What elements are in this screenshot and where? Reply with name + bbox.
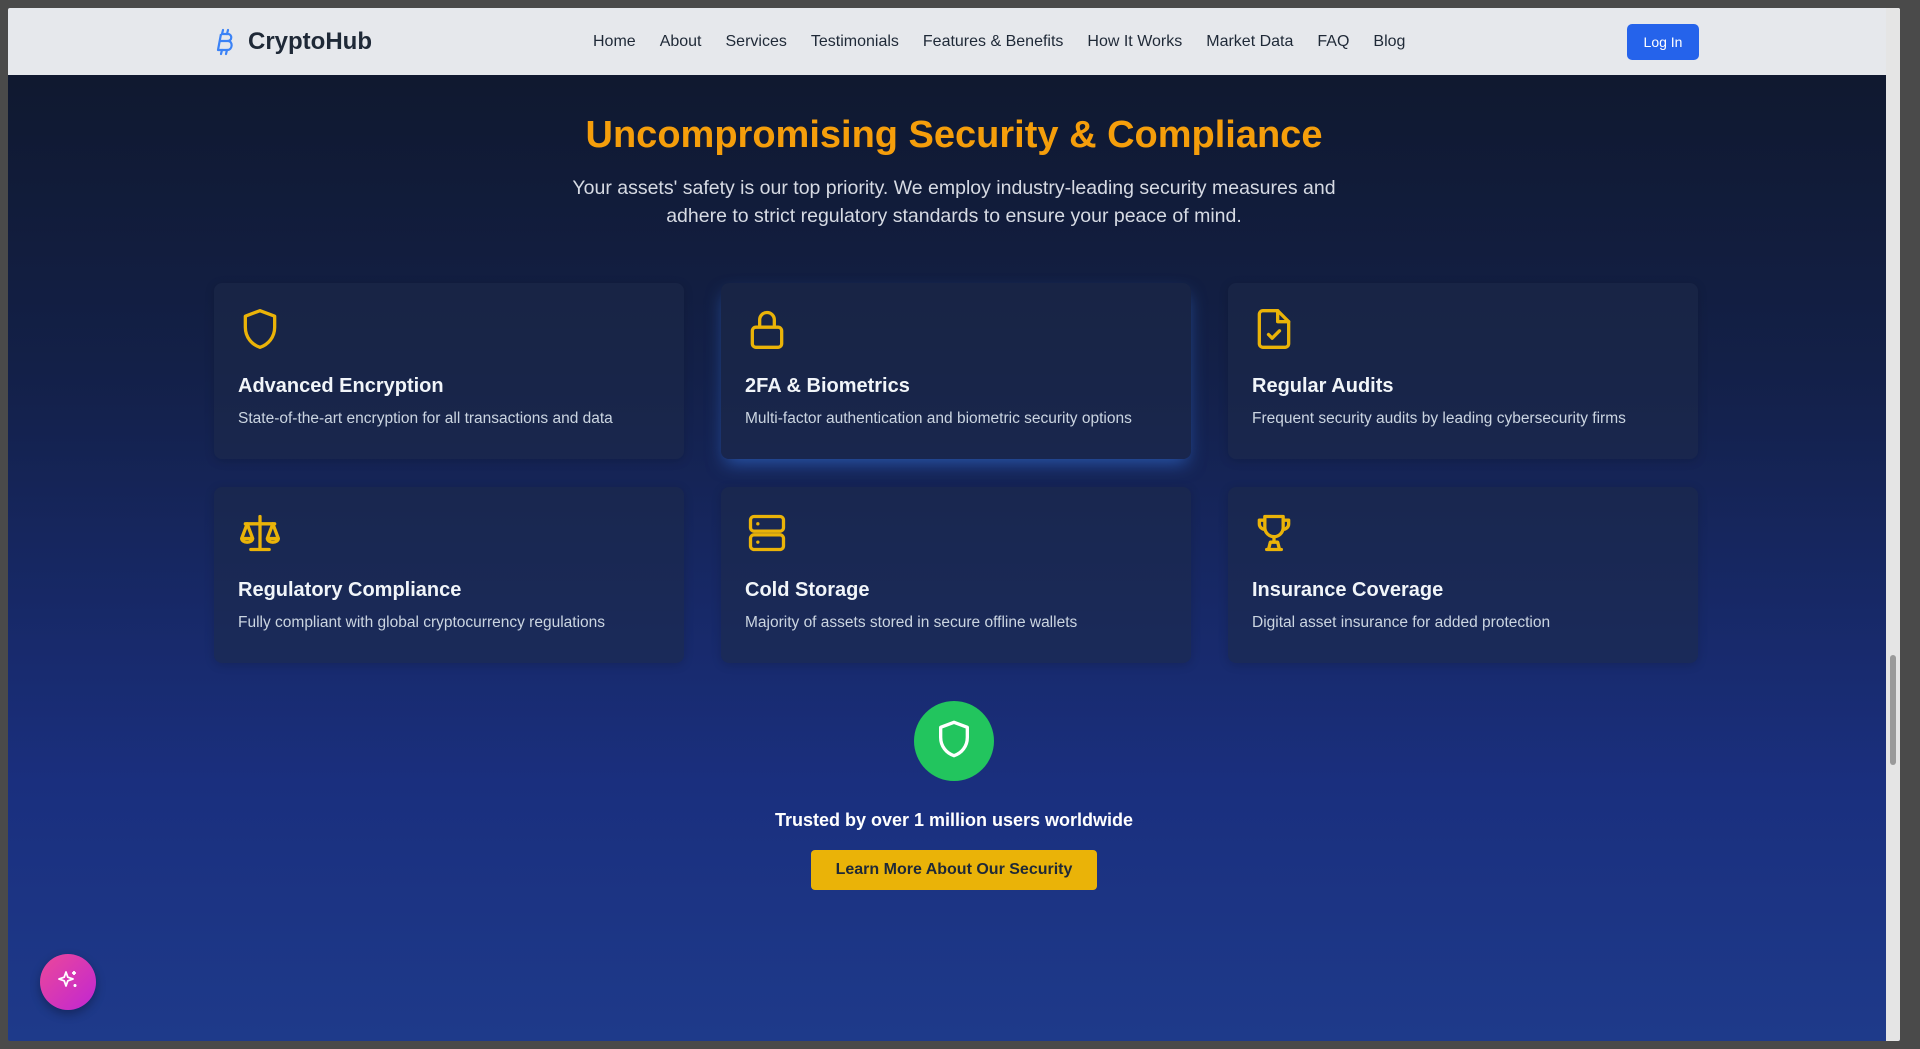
nav-link-services[interactable]: Services [726,33,787,51]
learn-more-security-button[interactable]: Learn More About Our Security [811,850,1097,890]
card-description: Multi-factor authentication and biometri… [745,410,1132,427]
nav-link-testimonials[interactable]: Testimonials [811,33,899,51]
feature-card-audits: Regular Audits Frequent security audits … [1228,283,1698,459]
feature-card-encryption: Advanced Encryption State-of-the-art enc… [214,283,684,459]
trophy-icon [1252,511,1296,555]
page-scrollbar[interactable] [1886,8,1900,1041]
card-description: Frequent security audits by leading cybe… [1252,410,1626,427]
ai-assistant-button[interactable] [40,954,96,1010]
nav-link-about[interactable]: About [660,33,702,51]
section-subtitle: Your assets' safety is our top priority.… [572,177,1336,227]
card-description: Majority of assets stored in secure offl… [745,614,1078,631]
card-title: Insurance Coverage [1252,579,1444,601]
feature-card-2fa: 2FA & Biometrics Multi-factor authentica… [721,283,1191,459]
card-title: Regulatory Compliance [238,579,462,601]
trust-statement: Trusted by over 1 million users worldwid… [774,810,1134,830]
card-title: Regular Audits [1252,375,1394,397]
login-button[interactable]: Log In [1627,24,1699,60]
navbar: CryptoHub Home About Services Testimonia… [8,8,1900,75]
shield-icon [934,719,974,764]
browser-viewport: CryptoHub Home About Services Testimonia… [8,8,1900,1041]
scrollbar-thumb[interactable] [1890,655,1896,765]
feature-card-cold-storage: Cold Storage Majority of assets stored i… [721,487,1191,663]
server-icon [745,511,789,555]
file-check-icon [1252,307,1296,351]
scale-icon [238,511,282,555]
feature-card-insurance: Insurance Coverage Digital asset insuran… [1228,487,1698,663]
card-title: Cold Storage [745,579,870,601]
card-description: Fully compliant with global cryptocurren… [238,614,605,631]
brand-logo[interactable]: CryptoHub [214,8,372,75]
nav-link-home[interactable]: Home [593,33,636,51]
trust-badge [914,701,994,781]
card-title: 2FA & Biometrics [745,375,910,397]
nav-link-blog[interactable]: Blog [1373,33,1405,51]
feature-card-compliance: Regulatory Compliance Fully compliant wi… [214,487,684,663]
shield-icon [238,307,282,351]
lock-icon [745,307,789,351]
section-title: Uncompromising Security & Compliance [585,114,1323,156]
nav-link-market-data[interactable]: Market Data [1206,33,1293,51]
nav-link-how-it-works[interactable]: How It Works [1087,33,1182,51]
bitcoin-icon [214,28,236,56]
card-description: Digital asset insurance for added protec… [1252,614,1551,631]
nav-link-features[interactable]: Features & Benefits [923,33,1064,51]
sparkles-icon [56,968,80,997]
card-title: Advanced Encryption [238,375,444,397]
card-description: State-of-the-art encryption for all tran… [238,410,613,427]
brand-name: CryptoHub [248,27,372,55]
nav-link-faq[interactable]: FAQ [1317,33,1349,51]
nav-links: Home About Services Testimonials Feature… [593,8,1429,75]
